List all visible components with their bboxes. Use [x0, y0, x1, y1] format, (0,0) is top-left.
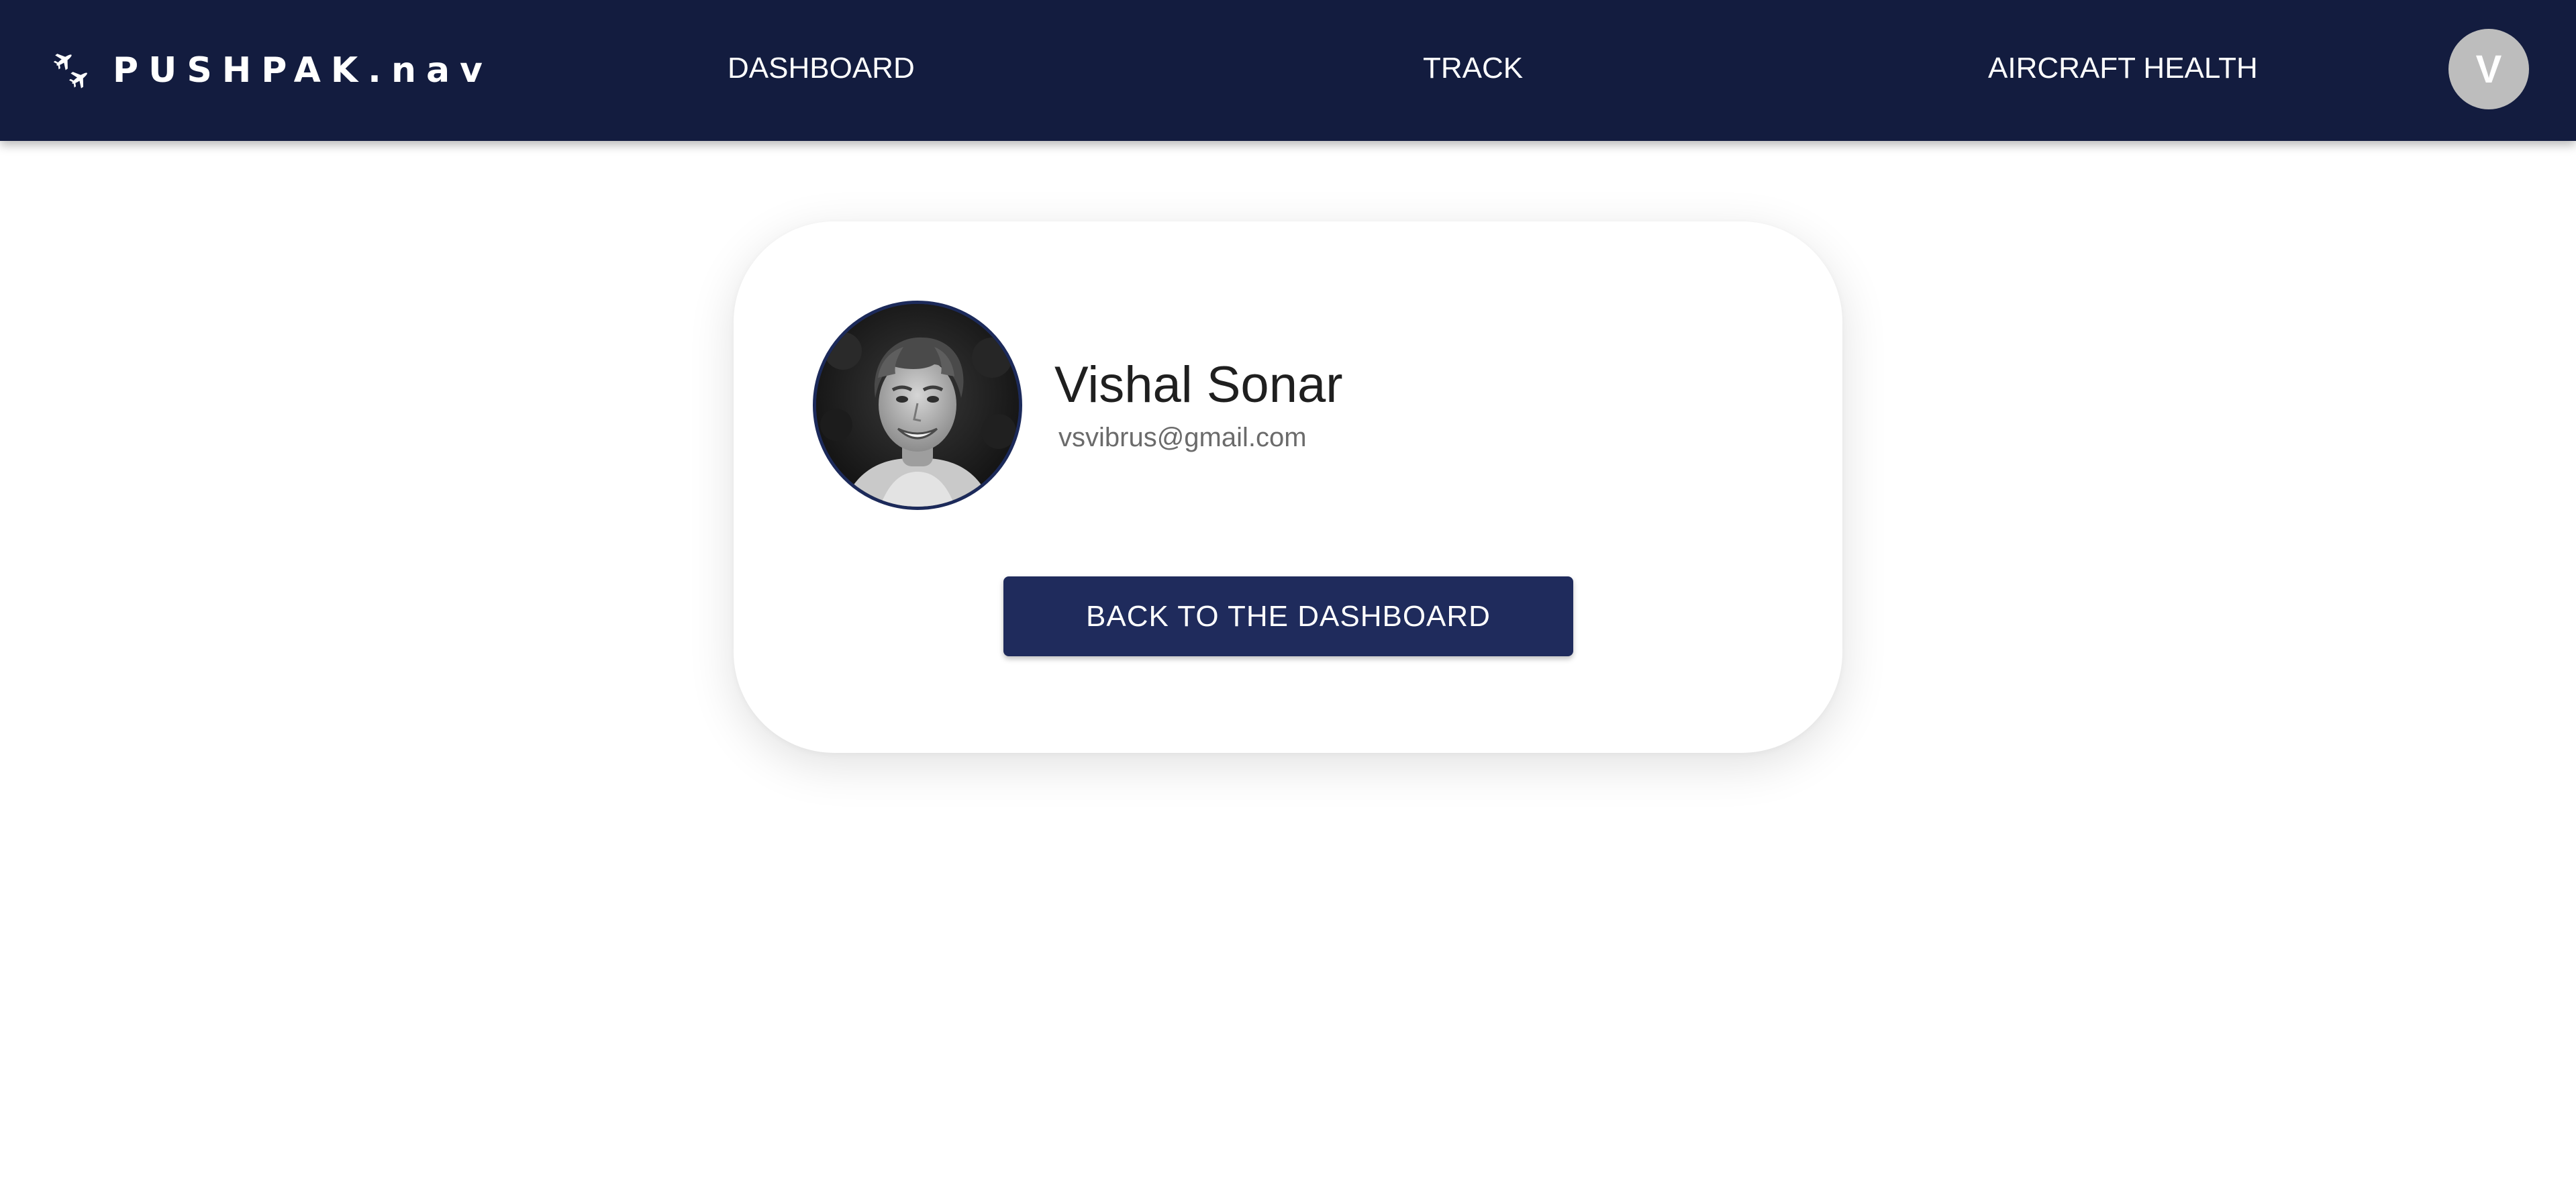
profile-email: vsvibrus@gmail.com — [1058, 423, 1307, 452]
brand-name: PUSHPAK.nav — [113, 50, 493, 91]
profile-card: Vishal Sonar vsvibrus@gmail.com BACK TO … — [734, 221, 1842, 753]
airplanes-icon — [54, 54, 87, 89]
back-to-dashboard-button[interactable]: BACK TO THE DASHBOARD — [1003, 576, 1573, 656]
profile-name: Vishal Sonar — [1054, 356, 1343, 413]
profile-photo — [813, 301, 1022, 510]
nav-link-track[interactable]: TRACK — [1423, 47, 1523, 90]
nav-link-aircraft-health[interactable]: AIRCRAFT HEALTH — [1988, 47, 2258, 90]
nav-link-dashboard[interactable]: DASHBOARD — [728, 47, 915, 90]
user-avatar-button[interactable]: V — [2448, 29, 2529, 109]
back-to-dashboard-label: BACK TO THE DASHBOARD — [1086, 599, 1491, 633]
top-navbar: PUSHPAK.nav DASHBOARD TRACK AIRCRAFT HEA… — [0, 0, 2576, 141]
brand-logo[interactable]: PUSHPAK.nav — [54, 46, 493, 95]
avatar-initial: V — [2475, 47, 2502, 91]
profile-photo-image — [816, 304, 1019, 507]
